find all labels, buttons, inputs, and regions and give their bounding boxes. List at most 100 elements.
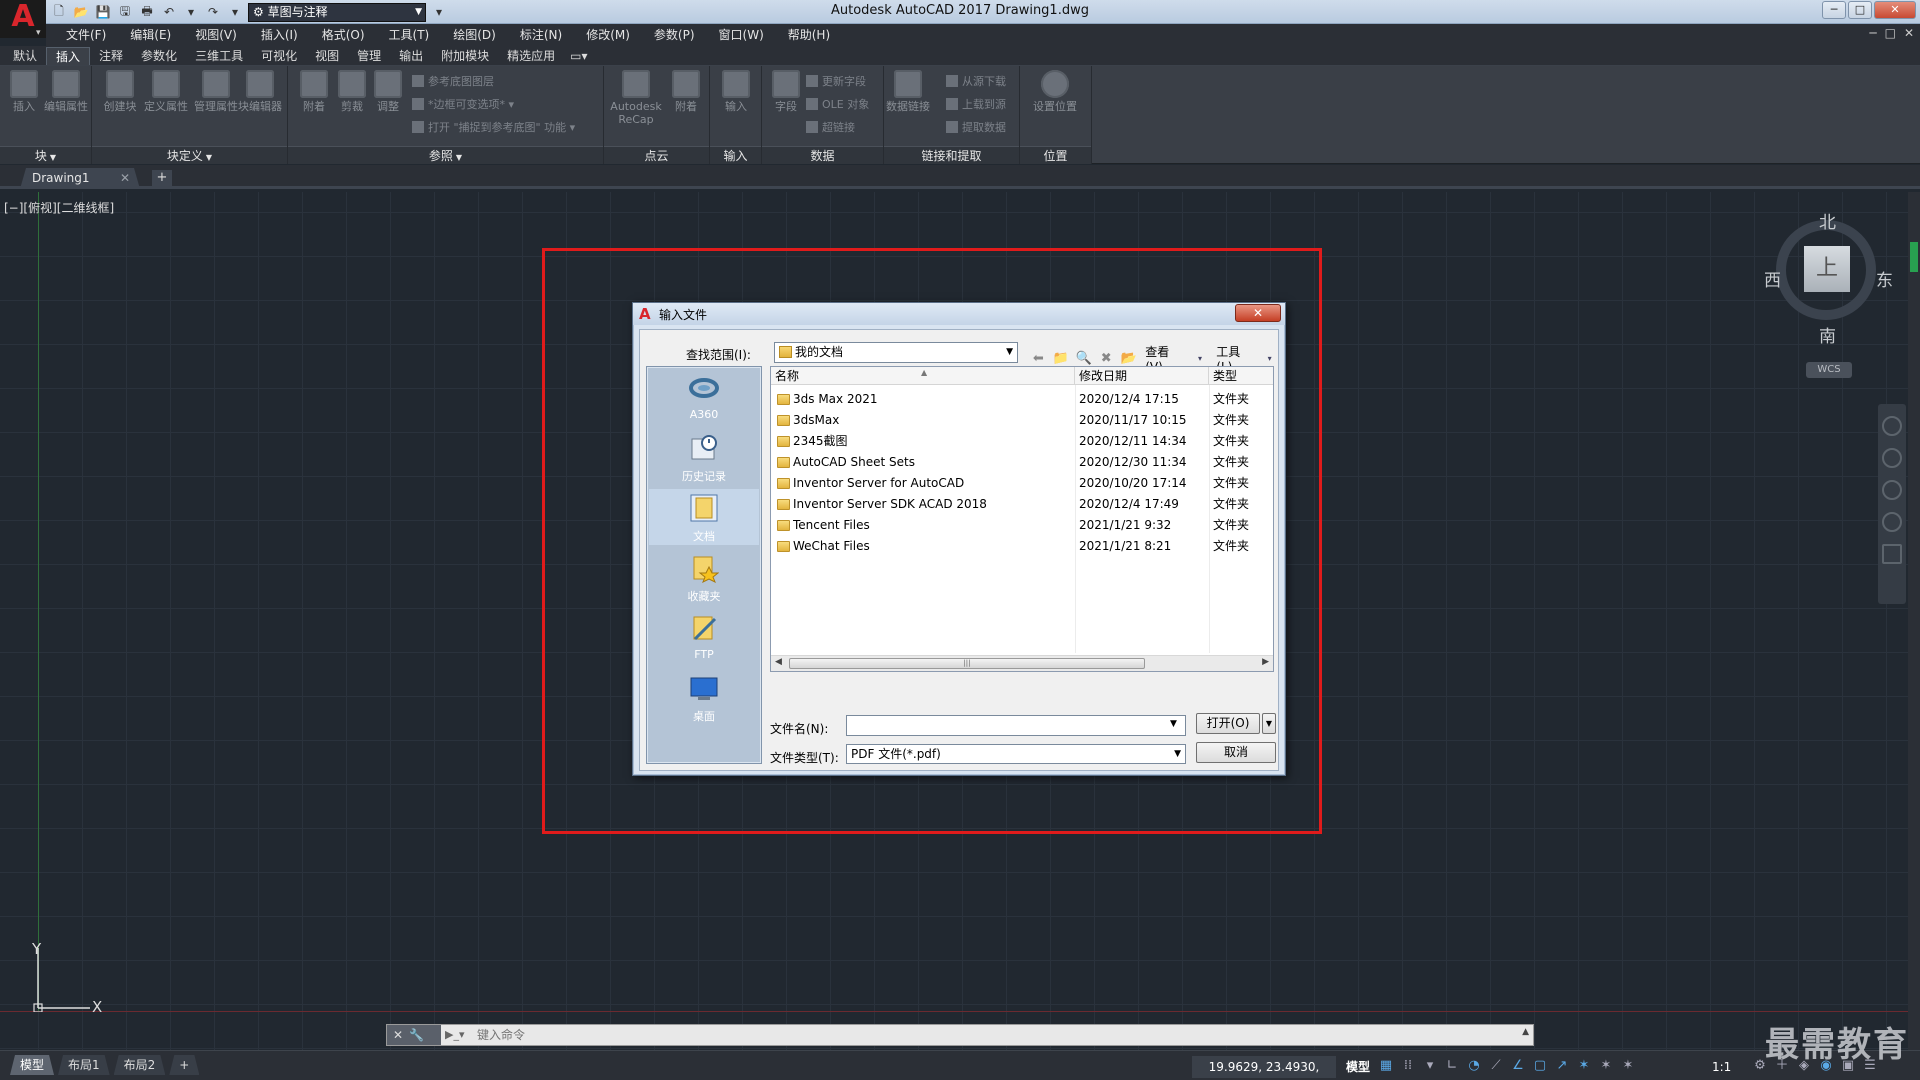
tab-parametric[interactable]: 参数化: [132, 47, 186, 65]
table-row[interactable]: WeChat Files 2021/1/21 8:21 文件夹: [771, 536, 1273, 557]
update-fields-button[interactable]: 更新字段: [806, 72, 866, 92]
column-type[interactable]: 类型: [1209, 367, 1273, 385]
ole-object-button[interactable]: OLE 对象: [806, 95, 869, 115]
close-window-button[interactable]: ✕: [1874, 1, 1916, 19]
ribbon-display-toggle-icon[interactable]: ▭▾: [564, 47, 593, 65]
tab-featured-apps[interactable]: 精选应用: [498, 47, 564, 65]
compass-south[interactable]: 南: [1819, 322, 1836, 347]
file-type-select[interactable]: PDF 文件(*.pdf) ▼: [846, 744, 1186, 764]
manage-attributes-button[interactable]: 管理属性: [194, 70, 238, 113]
minimize-button[interactable]: ─: [1822, 1, 1846, 19]
annotation-visibility-icon[interactable]: ✶: [1576, 1057, 1592, 1075]
menu-help[interactable]: 帮助(H): [776, 24, 842, 46]
search-web-icon[interactable]: 🔍: [1075, 350, 1092, 368]
open-button[interactable]: 打开(O): [1196, 713, 1260, 734]
lineweight-icon[interactable]: ↗: [1554, 1057, 1570, 1075]
edit-attribute-button[interactable]: 编辑属性: [44, 70, 88, 113]
field-button[interactable]: 字段: [764, 70, 808, 113]
panel-title-import[interactable]: 输入: [710, 146, 761, 164]
panel-title-link-extract[interactable]: 链接和提取: [884, 146, 1019, 164]
cancel-button[interactable]: 取消: [1196, 742, 1276, 763]
vertical-scrollbar[interactable]: [1908, 192, 1920, 1050]
doc-close-button[interactable]: ✕: [1904, 26, 1914, 40]
upload-to-source-button[interactable]: 上载到源: [946, 95, 1006, 115]
pan-icon[interactable]: [1882, 448, 1902, 468]
model-space-button[interactable]: 模型: [1340, 1056, 1376, 1078]
panel-title-reference[interactable]: 参照 ▼: [288, 146, 603, 164]
place-favorites[interactable]: 收藏夹: [649, 549, 759, 605]
command-history-icon[interactable]: ▲: [1522, 1027, 1529, 1037]
new-folder-icon[interactable]: 📂: [1121, 350, 1138, 368]
maximize-button[interactable]: □: [1848, 1, 1872, 19]
grid-icon[interactable]: ▦: [1378, 1057, 1394, 1075]
insert-block-button[interactable]: 插入: [2, 70, 46, 113]
download-from-source-button[interactable]: 从源下载: [946, 72, 1006, 92]
up-folder-icon[interactable]: 📁: [1053, 350, 1070, 368]
define-attribute-button[interactable]: 定义属性: [144, 70, 188, 113]
adjust-button[interactable]: 调整: [366, 70, 410, 113]
table-row[interactable]: 3ds Max 2021 2020/12/4 17:15 文件夹: [771, 389, 1273, 410]
views-dropdown-icon[interactable]: ▾: [1192, 350, 1209, 368]
compass-north[interactable]: 北: [1819, 208, 1836, 233]
tools-dropdown-icon[interactable]: ▾: [1261, 350, 1278, 368]
table-row[interactable]: 3dsMax 2020/11/17 10:15 文件夹: [771, 410, 1273, 431]
menu-parametric[interactable]: 参数(P): [642, 24, 707, 46]
wrench-icon[interactable]: 🔧: [409, 1028, 424, 1042]
showmotion-icon[interactable]: [1882, 544, 1902, 564]
place-desktop[interactable]: 桌面: [649, 669, 759, 725]
tab-layout2[interactable]: 布局2: [114, 1055, 166, 1075]
table-row[interactable]: 2345截图 2020/12/11 14:34 文件夹: [771, 431, 1273, 452]
doc-minimize-button[interactable]: ─: [1869, 26, 1876, 40]
new-drawing-button[interactable]: +: [152, 170, 172, 186]
menu-modify[interactable]: 修改(M): [574, 24, 642, 46]
menu-file[interactable]: 文件(F): [54, 24, 118, 46]
zoom-icon[interactable]: [1882, 480, 1902, 500]
attach-point-cloud-button[interactable]: 附着: [664, 70, 708, 113]
delete-icon[interactable]: ✖: [1098, 350, 1115, 368]
place-ftp[interactable]: FTP: [649, 609, 759, 665]
menu-insert[interactable]: 插入(I): [249, 24, 310, 46]
menu-window[interactable]: 窗口(W): [707, 24, 776, 46]
menu-format[interactable]: 格式(O): [310, 24, 377, 46]
tab-3d-tools[interactable]: 三维工具: [186, 47, 252, 65]
panel-title-location[interactable]: 位置: [1020, 146, 1091, 164]
data-link-button[interactable]: 数据链接: [886, 70, 930, 113]
annotation-scale-readout[interactable]: 1:1: [1712, 1056, 1731, 1078]
tab-layout1[interactable]: 布局1: [58, 1055, 110, 1075]
horizontal-scrollbar[interactable]: ◀ ||| ▶: [771, 655, 1273, 671]
snap-to-underlay-button[interactable]: 打开 "捕捉到参考底图" 功能 ▾: [412, 118, 575, 138]
wcs-menu[interactable]: WCS: [1806, 362, 1852, 378]
application-menu-button[interactable]: A ▾: [0, 0, 46, 38]
recap-button[interactable]: Autodesk ReCap: [608, 70, 664, 126]
compass-east[interactable]: 东: [1876, 266, 1893, 291]
table-row[interactable]: AutoCAD Sheet Sets 2020/12/30 11:34 文件夹: [771, 452, 1273, 473]
polar-tracking-icon[interactable]: ◔: [1466, 1057, 1482, 1075]
command-prompt-icon[interactable]: ▶_▾: [445, 1027, 471, 1043]
object-snap-icon[interactable]: ▢: [1532, 1057, 1548, 1075]
tab-output[interactable]: 输出: [390, 47, 432, 65]
viewport-controls[interactable]: [−][俯视][二维线框]: [4, 199, 114, 216]
panel-title-block[interactable]: 块 ▼: [0, 146, 91, 164]
set-location-button[interactable]: 设置位置: [1024, 70, 1086, 113]
import-button[interactable]: 输入: [714, 70, 758, 113]
menu-dimension[interactable]: 标注(N): [508, 24, 574, 46]
doc-restore-button[interactable]: □: [1885, 26, 1896, 40]
tab-insert[interactable]: 插入: [46, 47, 91, 65]
ortho-icon[interactable]: ∟: [1444, 1057, 1460, 1075]
isodraft-icon[interactable]: ⟋: [1488, 1057, 1504, 1075]
table-row[interactable]: Inventor Server for AutoCAD 2020/10/20 17…: [771, 473, 1273, 494]
close-icon[interactable]: ✕: [120, 168, 130, 189]
dialog-close-button[interactable]: ✕: [1235, 304, 1281, 322]
snap-mode-icon[interactable]: ⁞⁞: [1400, 1057, 1416, 1075]
coordinates-readout[interactable]: 19.9629, 23.4930, 0.0000: [1192, 1056, 1336, 1078]
file-name-dropdown-icon[interactable]: ▼: [1170, 719, 1177, 729]
table-row[interactable]: Tencent Files 2021/1/21 9:32 文件夹: [771, 515, 1273, 536]
compass-west[interactable]: 西: [1764, 266, 1781, 291]
auto-scale-icon[interactable]: ✶: [1598, 1057, 1614, 1075]
dialog-title-bar[interactable]: A 输入文件 ✕: [633, 303, 1285, 325]
viewcube[interactable]: 上 北 南 西 东 WCS: [1764, 204, 1894, 384]
menu-draw[interactable]: 绘图(D): [441, 24, 508, 46]
tab-view[interactable]: 视图: [306, 47, 348, 65]
panel-title-point-cloud[interactable]: 点云: [604, 146, 709, 164]
infer-constraints-icon[interactable]: ▾: [1422, 1057, 1438, 1075]
